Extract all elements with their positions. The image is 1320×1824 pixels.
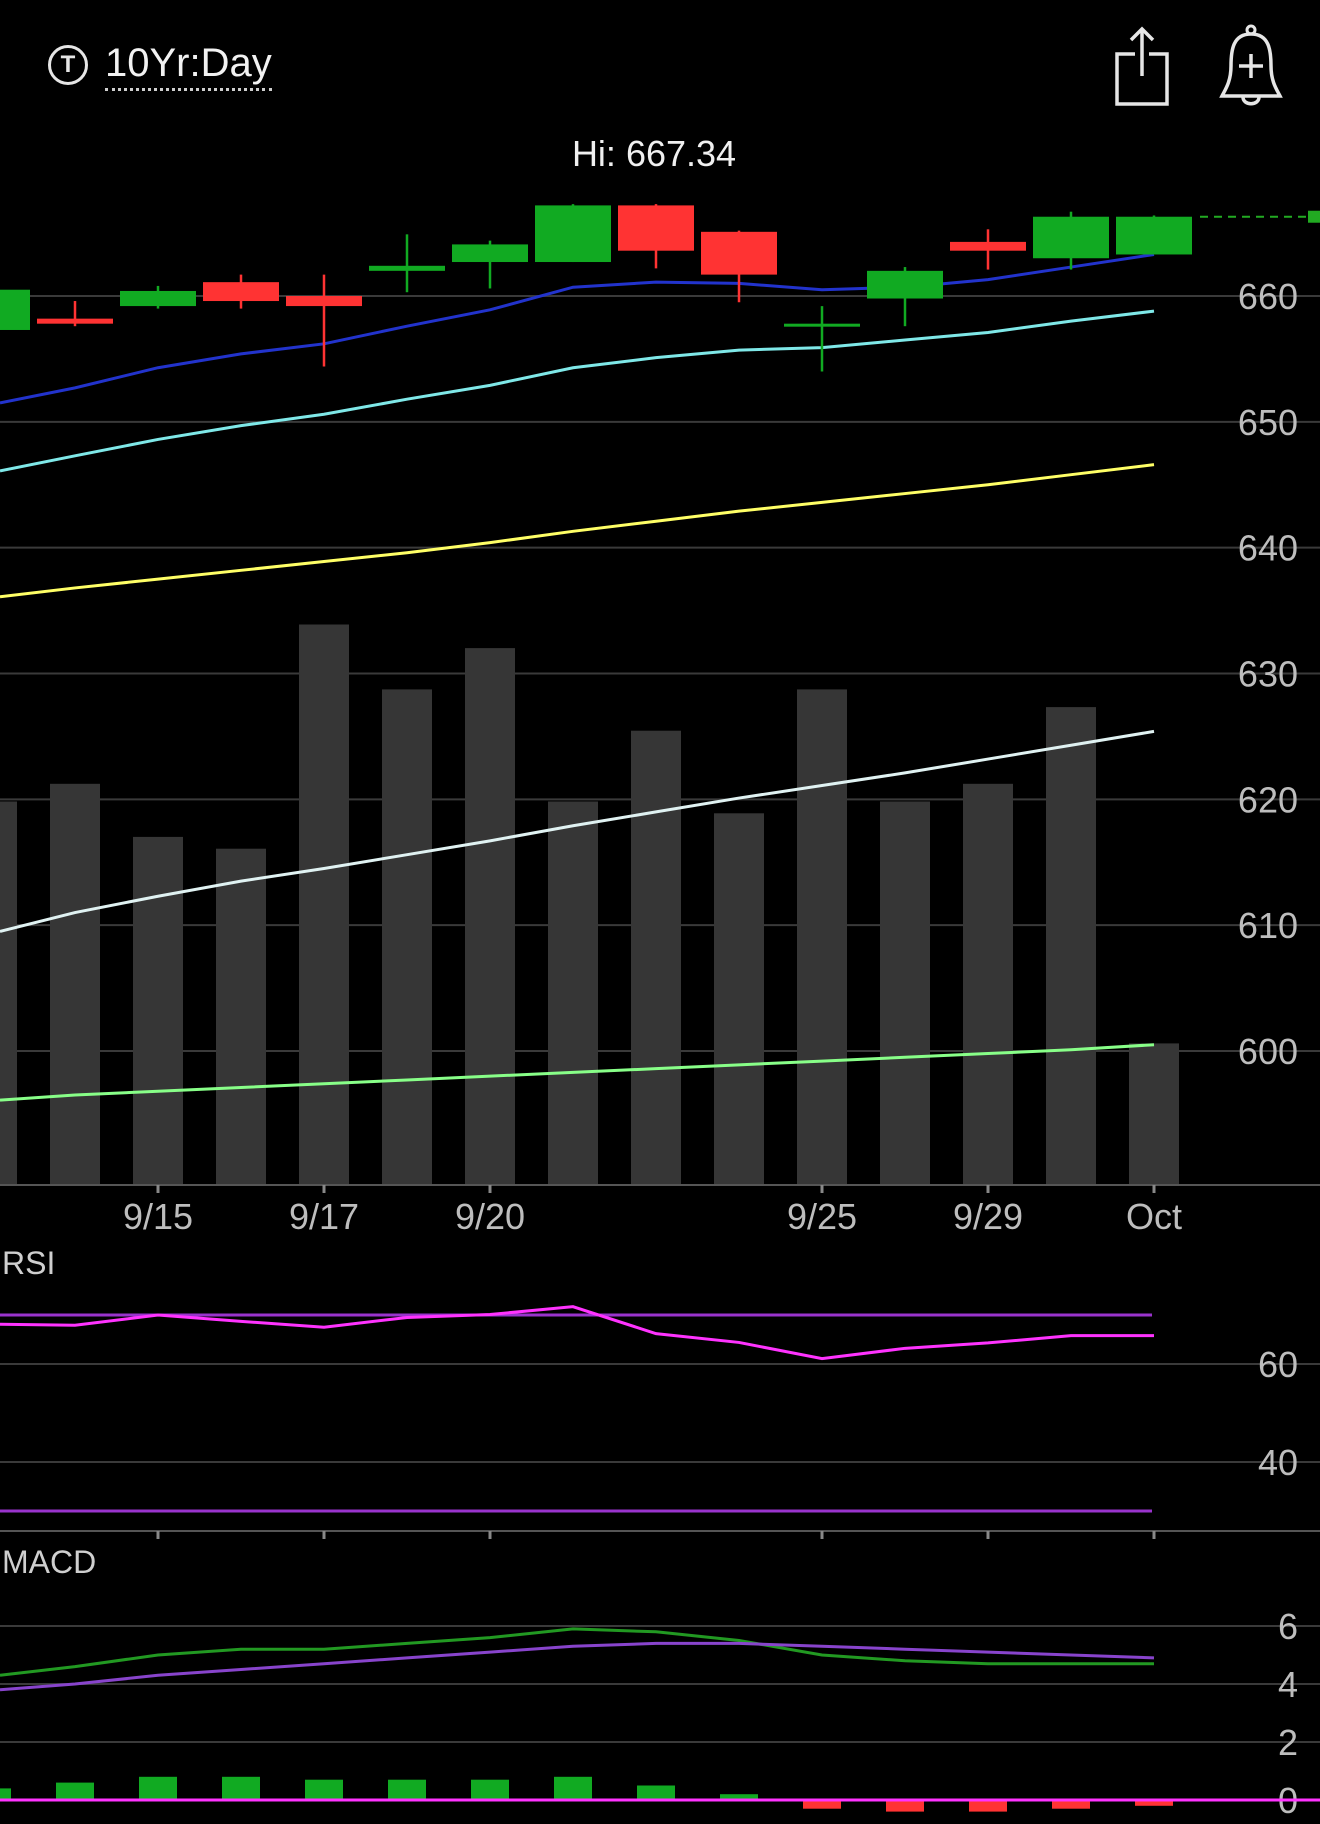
volume-bar xyxy=(216,848,266,1185)
volume-bar xyxy=(880,801,930,1185)
price-axis-label: 650 xyxy=(1238,402,1298,443)
volume-bar xyxy=(797,689,847,1185)
macd-histogram-bar xyxy=(305,1779,343,1800)
price-axis-label: 660 xyxy=(1238,276,1298,317)
x-axis-label: Oct xyxy=(1126,1196,1182,1237)
macd-axis-label: 4 xyxy=(1278,1664,1298,1705)
candle-body xyxy=(950,241,1026,251)
price-axis-label: 640 xyxy=(1238,528,1298,569)
macd-histogram-bar xyxy=(637,1785,675,1800)
x-axis-label: 9/15 xyxy=(123,1196,193,1237)
moving-average-line xyxy=(0,252,1155,405)
candle-body xyxy=(1116,216,1192,255)
macd-histogram-bar xyxy=(139,1776,177,1800)
macd-histogram-bar xyxy=(886,1800,924,1812)
price-axis-label: 600 xyxy=(1238,1031,1298,1072)
candle-body xyxy=(784,323,860,327)
price-axis-label: 610 xyxy=(1238,905,1298,946)
macd-histogram-bar xyxy=(222,1776,260,1800)
volume-bar xyxy=(133,836,183,1185)
moving-average-line xyxy=(0,309,1155,473)
rsi-title: RSI xyxy=(2,1245,55,1281)
macd-title: MACD xyxy=(2,1544,96,1580)
macd-histogram-bar xyxy=(388,1779,426,1800)
x-axis-label: 9/17 xyxy=(289,1196,359,1237)
macd-axis-label: 6 xyxy=(1278,1606,1298,1647)
x-axis-label: 9/20 xyxy=(455,1196,525,1237)
volume-bar xyxy=(631,730,681,1185)
candle-body xyxy=(1033,216,1109,259)
rsi-axis-label: 40 xyxy=(1258,1442,1298,1483)
candle-body xyxy=(369,265,445,271)
stock-chart[interactable]: 600610620630640650660Hi: 667.349/15 9/17 9… xyxy=(0,0,1320,1824)
candle-body xyxy=(286,296,362,307)
volume-bar xyxy=(1046,707,1096,1185)
price-axis-label: 630 xyxy=(1238,654,1298,695)
volume-bar xyxy=(548,801,598,1185)
x-axis-label: 9/25 xyxy=(787,1196,857,1237)
volume-bar xyxy=(1129,1043,1179,1185)
candle-body xyxy=(618,205,694,251)
candle-body xyxy=(452,244,528,263)
candle-body xyxy=(701,231,777,275)
macd-histogram-bar xyxy=(0,1788,11,1800)
rsi-axis-label: 60 xyxy=(1258,1344,1298,1385)
candle-body xyxy=(203,282,279,302)
moving-average-line xyxy=(0,463,1155,599)
macd-histogram-bar xyxy=(554,1776,592,1800)
volume-bar xyxy=(382,689,432,1185)
volume-bar xyxy=(465,648,515,1185)
volume-bar xyxy=(50,783,100,1185)
volume-bar xyxy=(714,813,764,1185)
candle-body xyxy=(120,290,196,307)
macd-histogram-bar xyxy=(969,1800,1007,1812)
x-axis-label: 9/29 xyxy=(953,1196,1023,1237)
macd-line xyxy=(0,1641,1155,1692)
volume-bar xyxy=(299,624,349,1185)
candle-body xyxy=(867,270,943,299)
price-axis-label: 620 xyxy=(1238,779,1298,820)
candle-body xyxy=(535,205,611,263)
macd-histogram-bar xyxy=(56,1782,94,1800)
macd-axis-label: 2 xyxy=(1278,1722,1298,1763)
volume-bar xyxy=(963,783,1013,1185)
last-price-marker xyxy=(1308,210,1320,223)
macd-histogram-bar xyxy=(471,1779,509,1800)
candle-body xyxy=(37,318,113,324)
volume-bar xyxy=(0,801,17,1185)
high-price-label: Hi: 667.34 xyxy=(572,133,736,174)
candle-body xyxy=(0,289,30,330)
